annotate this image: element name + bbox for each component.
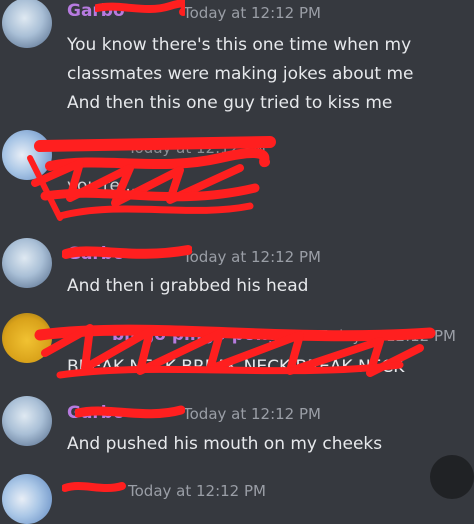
message-3: Garbo Today at 12:12 PM And then i grabb… bbox=[0, 238, 474, 302]
floating-action-button[interactable] bbox=[430, 455, 474, 499]
message-line: And pushed his mouth on my cheeks bbox=[67, 434, 383, 454]
message-timestamp: Today at 12:12 PM bbox=[183, 405, 321, 423]
author-name[interactable]: bingo pingo pongo bbox=[112, 325, 292, 345]
user-avatar[interactable] bbox=[2, 396, 52, 446]
message-timestamp: Today at 12:12 PM bbox=[128, 482, 266, 500]
message-4: bingo pingo pongo Today at 12:12 PM BREA… bbox=[0, 313, 474, 385]
user-avatar[interactable] bbox=[2, 474, 52, 524]
message-2: Today at 12:12 PM you're ... bbox=[0, 128, 474, 228]
author-name[interactable]: Garbo bbox=[67, 1, 125, 21]
message-5: Garbo Today at 12:12 PM And pushed his m… bbox=[0, 396, 474, 460]
message-timestamp: Today at 12:12 PM bbox=[183, 4, 321, 22]
user-avatar[interactable] bbox=[2, 130, 52, 180]
message-timestamp: Today at 12:12 PM bbox=[318, 327, 456, 345]
message-6: Today at 12:12 PM bbox=[0, 470, 474, 524]
message-line: you're ... bbox=[67, 176, 142, 196]
user-avatar[interactable] bbox=[2, 238, 52, 288]
user-avatar[interactable] bbox=[2, 0, 52, 48]
redaction-scribble bbox=[62, 482, 126, 492]
message-line: BREAK NECK BREAK NECK BREAK NECK bbox=[67, 357, 405, 377]
message-line: And then this one guy tried to kiss me bbox=[67, 93, 393, 113]
user-avatar[interactable] bbox=[2, 313, 52, 363]
message-1: Garbo Today at 12:12 PM You know there's… bbox=[0, 0, 474, 120]
author-name[interactable]: Garbo bbox=[67, 244, 125, 264]
message-timestamp: Today at 12:12 PM bbox=[128, 139, 266, 157]
message-line: classmates were making jokes about me bbox=[67, 64, 414, 84]
message-timestamp: Today at 12:12 PM bbox=[183, 248, 321, 266]
author-name[interactable]: Garbo bbox=[67, 403, 125, 423]
message-line: You know there's this one time when my bbox=[67, 35, 412, 55]
message-line: And then i grabbed his head bbox=[67, 276, 309, 296]
